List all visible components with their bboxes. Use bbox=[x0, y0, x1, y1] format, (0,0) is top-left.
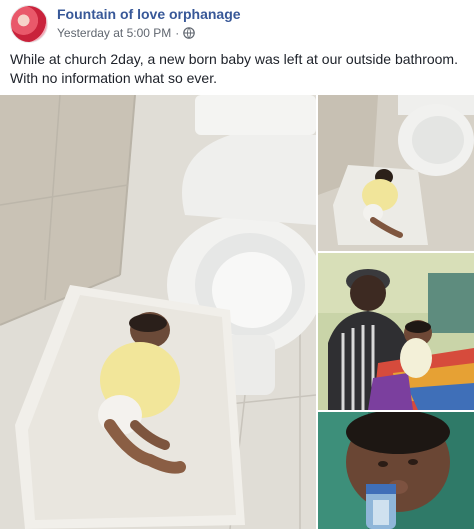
photo-woman-holding-baby[interactable] bbox=[318, 253, 474, 410]
post-message-line: With no information what so ever. bbox=[10, 70, 217, 86]
page-avatar[interactable] bbox=[10, 5, 48, 43]
post-message-line: While at church 2day, a new born baby wa… bbox=[10, 51, 458, 67]
post-message: While at church 2day, a new born baby wa… bbox=[10, 50, 464, 88]
author-name-link[interactable]: Fountain of love orphanage bbox=[57, 6, 241, 22]
photo-baby-beside-toilet[interactable] bbox=[0, 95, 316, 529]
post-timestamp-link[interactable]: Yesterday at 5:00 PM bbox=[57, 26, 171, 40]
photo-baby-drinking-bottle[interactable] bbox=[318, 412, 474, 529]
globe-icon[interactable] bbox=[183, 27, 196, 39]
photo-baby-on-towel[interactable] bbox=[318, 95, 474, 251]
meta-separator: · bbox=[175, 26, 180, 40]
post-meta: Yesterday at 5:00 PM · bbox=[57, 26, 196, 40]
post-header: Fountain of love orphanage Yesterday at … bbox=[10, 5, 464, 43]
photo-grid bbox=[0, 95, 474, 529]
